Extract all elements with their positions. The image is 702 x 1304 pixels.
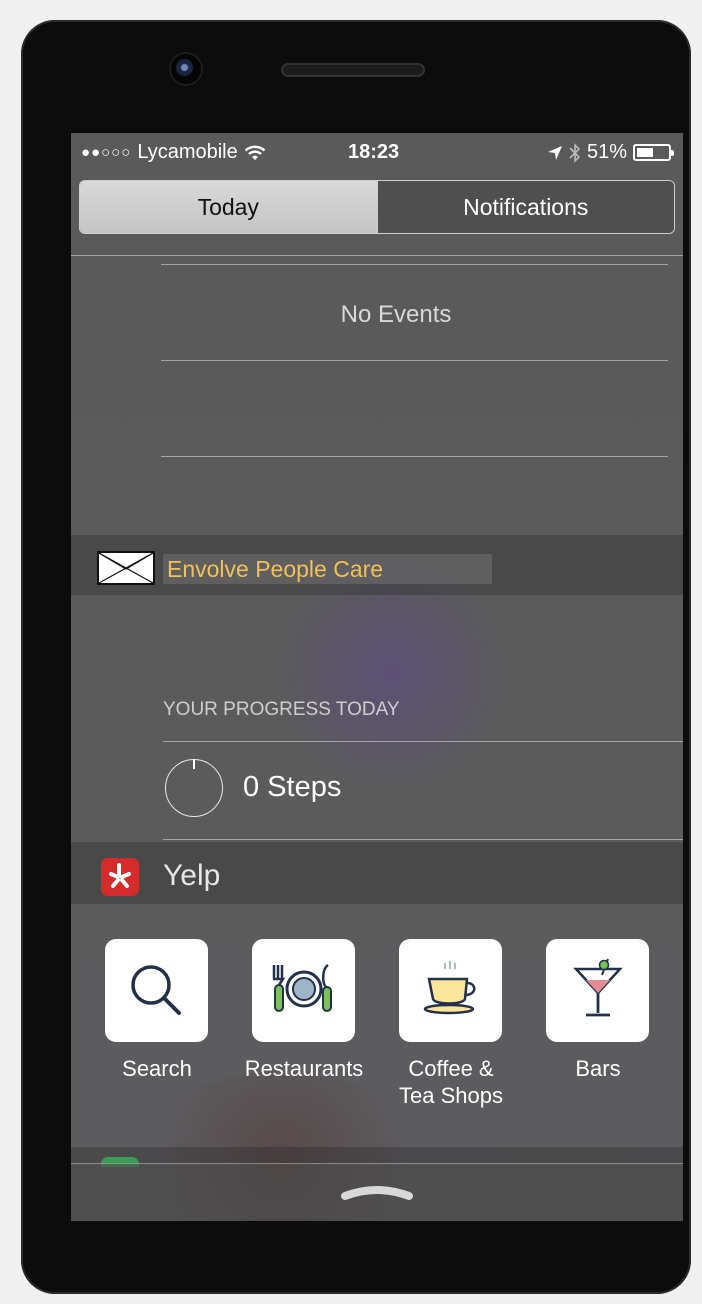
- pull-handle-area[interactable]: [71, 1163, 683, 1221]
- clock: 18:23: [348, 141, 400, 163]
- yelp-bars-label: Bars: [575, 1056, 621, 1081]
- phone-frame: ●●○○○ Lycamobile 18:23 51% Today Notific…: [21, 20, 691, 1294]
- search-icon: [131, 965, 181, 1015]
- steps-count: 0 Steps: [243, 771, 342, 803]
- wifi-icon: [244, 145, 266, 160]
- view-segmented-control: Today Notifications: [79, 180, 675, 234]
- divider: [161, 456, 668, 457]
- tab-notifications[interactable]: Notifications: [376, 181, 674, 233]
- envolve-widget-title: Envolve People Care: [163, 554, 492, 584]
- status-bar: ●●○○○ Lycamobile 18:23 51%: [71, 133, 683, 173]
- yelp-coffee-label: Coffee & Tea Shops: [381, 1055, 521, 1109]
- notification-center: ●●○○○ Lycamobile 18:23 51% Today Notific…: [71, 133, 683, 1221]
- yelp-widget-title: Yelp: [163, 859, 221, 892]
- cocktail-icon: [573, 958, 623, 1017]
- battery-percent: 51%: [586, 141, 627, 163]
- signal-strength-icon: ●●○○○: [81, 144, 132, 161]
- progress-header: YOUR PROGRESS TODAY: [163, 699, 400, 720]
- coffee-icon: [423, 961, 476, 1015]
- front-camera: [171, 54, 201, 84]
- grabber-handle-icon[interactable]: [341, 1182, 413, 1202]
- next-widget-header: [71, 1147, 683, 1163]
- divider: [161, 360, 668, 361]
- divider: [163, 741, 683, 742]
- yelp-widget-header[interactable]: Yelp: [71, 842, 683, 904]
- battery-icon: [633, 144, 674, 161]
- yelp-restaurants-button[interactable]: [252, 939, 355, 1042]
- yelp-bars-button[interactable]: [546, 939, 649, 1042]
- earpiece-speaker: [281, 63, 425, 77]
- tab-today[interactable]: Today: [80, 181, 377, 233]
- carrier-name: Lycamobile: [137, 141, 238, 163]
- no-events-text: No Events: [340, 301, 452, 328]
- restaurant-icon: [272, 963, 332, 1012]
- divider: [71, 255, 683, 256]
- steps-progress-ring: [165, 759, 223, 817]
- divider: [161, 264, 668, 265]
- yelp-coffee-button[interactable]: [399, 939, 502, 1042]
- coffee-label-line2: Tea Shops: [399, 1083, 503, 1108]
- yelp-search-label: Search: [122, 1056, 192, 1081]
- location-arrow-icon: [547, 145, 562, 160]
- envolve-widget-header[interactable]: Envolve People Care: [71, 535, 683, 595]
- divider: [163, 839, 683, 840]
- yelp-logo-icon: [101, 858, 139, 896]
- bluetooth-icon: [569, 142, 581, 163]
- coffee-label-line1: Coffee &: [408, 1056, 494, 1081]
- mail-placeholder-icon: [97, 551, 155, 585]
- yelp-search-button[interactable]: [105, 939, 208, 1042]
- yelp-restaurants-label: Restaurants: [244, 1056, 364, 1081]
